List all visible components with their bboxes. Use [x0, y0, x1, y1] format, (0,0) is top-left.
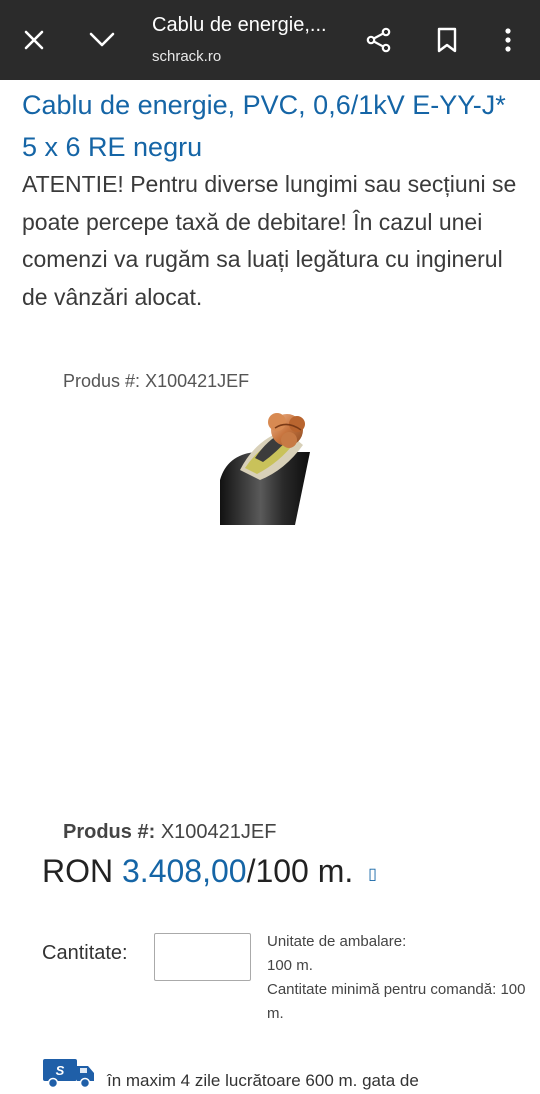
quantity-label: Cantitate: — [42, 942, 128, 964]
svg-text:S: S — [56, 1063, 65, 1078]
product-title: Cablu de energie, PVC, 0,6/1kV E-YY-J* 5… — [22, 90, 506, 162]
product-number-top: Produs #: X100421JEF — [63, 371, 250, 391]
chevron-down-icon[interactable] — [82, 20, 122, 60]
packaging-info: Unitate de ambalare: 100 m. Cantitate mi… — [267, 933, 526, 1022]
page-domain: schrack.ro — [152, 48, 222, 65]
cutting-fee-notice: ATENTIE! Pentru diverse lungimi sau secț… — [22, 171, 517, 310]
more-options-icon[interactable] — [488, 20, 528, 60]
price-unit: /100 m. — [246, 853, 354, 889]
quantity-input[interactable] — [154, 933, 251, 981]
price-currency: RON — [42, 853, 114, 889]
delivery-info: în maxim 4 zile lucrătoare 600 m. gata d… — [107, 1071, 419, 1090]
share-icon[interactable] — [359, 20, 399, 60]
close-icon[interactable] — [14, 20, 54, 60]
product-number: Produs #: X100421JEF — [63, 821, 277, 843]
info-icon[interactable]: ▯ — [368, 866, 377, 883]
price-value: 3.408,00 — [122, 853, 247, 889]
page-title: Cablu de energie,... — [152, 14, 327, 36]
price: RON 3.408,00/100 m. ▯ — [42, 853, 377, 890]
bookmark-icon[interactable] — [427, 20, 467, 60]
product-image — [215, 400, 320, 525]
browser-toolbar: Cablu de energie,... schrack.ro — [0, 0, 540, 80]
delivery-truck-icon: S — [42, 1057, 96, 1089]
